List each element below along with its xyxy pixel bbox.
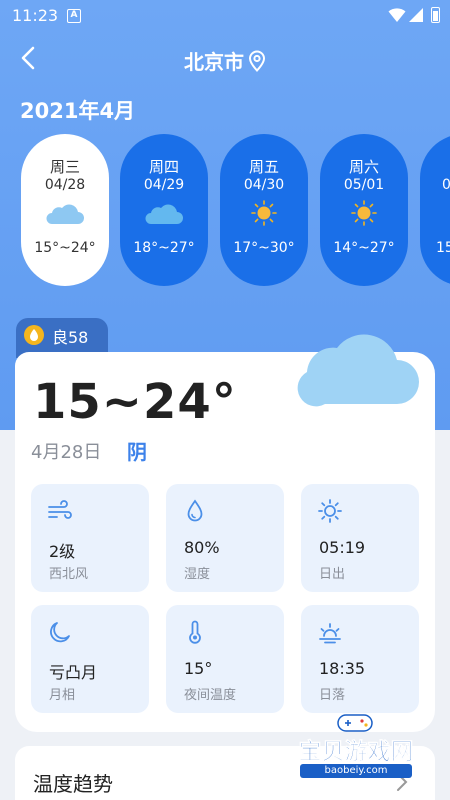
sun-icon: [251, 200, 277, 226]
detail-value: 80%: [184, 538, 220, 557]
status-time: 11:23: [12, 6, 59, 25]
detail-label: 夜间温度: [184, 688, 237, 703]
detail-label: 月相: [49, 688, 76, 703]
detail-value: 05:19: [319, 538, 366, 557]
day-temp: 14°~27°: [333, 240, 395, 256]
cloud-icon: [145, 204, 183, 224]
cloud-icon: [46, 204, 84, 224]
day-card-1[interactable]: 周四 04/29 18°~27°: [120, 134, 208, 286]
aqi-label: 良58: [52, 328, 89, 347]
day-temp: 17°~30°: [233, 240, 295, 256]
cloud-icon: [297, 334, 419, 407]
leaf-icon: [24, 325, 44, 345]
today-date: 4月28日: [31, 442, 102, 463]
city-name: 北京市: [184, 50, 244, 74]
trend-title: 温度趋势: [33, 772, 113, 796]
today-card: 15~24° 4月28日 阴 2级 西北风 80% 湿度 05:19 日出 亏凸…: [15, 334, 435, 732]
location-pin-icon: [248, 50, 266, 72]
detail-tile-wind: 2级 西北风: [31, 484, 149, 592]
day-temp: 15°~24°: [34, 240, 96, 256]
sunset-icon: [319, 623, 341, 644]
day-temp: 18°~27°: [133, 240, 195, 256]
day-date: 05/01: [343, 177, 385, 193]
day-weekday: 周四: [148, 158, 179, 176]
day-weekday: 周五: [248, 158, 279, 176]
detail-label: 西北风: [49, 567, 89, 582]
detail-tile-sunset: 18:35 日落: [301, 605, 419, 713]
detail-tile-humidity: 80% 湿度: [166, 484, 284, 592]
wifi-icon: [388, 8, 406, 22]
detail-tile-sunrise: 05:19 日出: [301, 484, 419, 592]
detail-label: 日出: [319, 567, 346, 582]
day-temp: 15: [436, 240, 450, 256]
day-weekday: 周三: [49, 158, 80, 176]
sunrise-icon: [318, 499, 342, 523]
status-bar: 11:23 A: [0, 0, 450, 32]
day-weekday: 周六: [348, 158, 379, 176]
cellular-signal-icon: [409, 8, 423, 22]
day-date: 04/29: [143, 177, 185, 193]
day-date: 04/28: [44, 177, 86, 193]
thermometer-icon: [189, 620, 201, 644]
detail-label: 日落: [319, 688, 346, 703]
city-title[interactable]: 北京市: [0, 46, 450, 75]
detail-tile-moon: 亏凸月 月相: [31, 605, 149, 713]
gamepad-icon: [337, 714, 373, 732]
wind-icon: [48, 500, 72, 519]
month-label: 2021年4月: [20, 99, 136, 123]
detail-value: 2级: [49, 542, 76, 561]
day-card-3[interactable]: 周六 05/01 14°~27°: [320, 134, 408, 286]
day-card-2[interactable]: 周五 04/30 17°~30°: [220, 134, 308, 286]
detail-label: 湿度: [184, 567, 211, 582]
battery-icon: [431, 7, 440, 23]
watermark-url: baobeiy.com: [300, 764, 412, 778]
watermark: 宝贝游戏网 baobeiy.com: [276, 712, 436, 778]
detail-value: 亏凸月: [49, 663, 98, 682]
sun-icon: [351, 200, 377, 226]
day-card-0[interactable]: 周三 04/28 15°~24°: [21, 134, 109, 286]
day-card-4[interactable]: 0 15: [420, 134, 450, 286]
detail-value: 18:35: [319, 659, 366, 678]
detail-tile-night-temp: 15° 夜间温度: [166, 605, 284, 713]
notification-a-icon: A: [67, 9, 81, 23]
day-selector: 周三 04/28 15°~24° 周四 04/29 18°~27° 周五 04/…: [0, 134, 450, 286]
day-date: 04/30: [243, 177, 285, 193]
today-condition: 阴: [127, 440, 147, 464]
humidity-icon: [187, 499, 203, 522]
watermark-text: 宝贝游戏网: [298, 739, 414, 766]
detail-value: 15°: [184, 659, 213, 678]
today-temp-range: 15~24°: [33, 374, 237, 430]
day-date: 0: [442, 177, 450, 193]
moon-icon: [50, 622, 70, 643]
